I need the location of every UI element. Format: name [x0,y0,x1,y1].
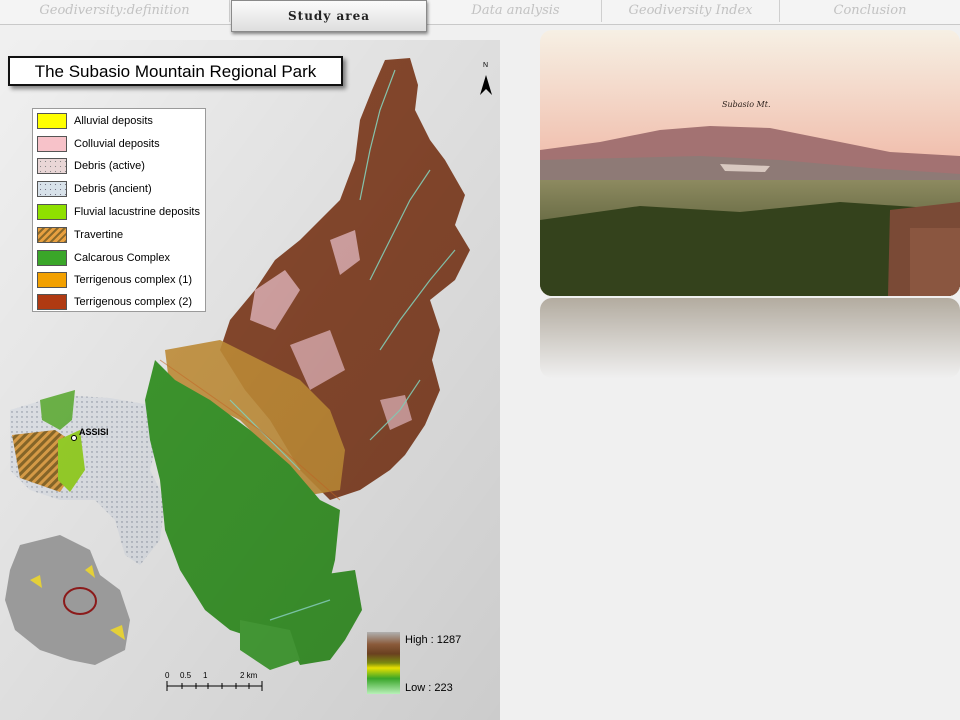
legend-item: Debris (active) [37,156,145,176]
tab-geodiversity-index[interactable]: Geodiversity Index [602,0,780,22]
legend-label: Colluvial deposits [74,138,160,150]
legend-item: Debris (ancient) [37,179,152,199]
legend-item: Terrigenous complex (2) [37,292,192,312]
scale-tick-0: 0 [165,671,170,680]
page-title: The Subasio Mountain Regional Park [8,56,343,86]
legend-label: Travertine [74,229,124,241]
elevation-high-label: High : 1287 [405,634,462,646]
town-label-assisi: ASSISI [79,427,109,437]
tab-study-area[interactable]: Study area [231,0,427,32]
legend-swatch [37,113,67,129]
legend-swatch [37,294,67,310]
photo-caption: Subasio Mt. [722,100,771,109]
legend-swatch [37,250,67,266]
legend-item: Fluvial lacustrine deposits [37,202,200,222]
legend-swatch [37,158,67,174]
elevation-color-ramp [367,632,400,694]
elevation-low-label: Low : 223 [405,682,453,694]
legend-label: Calcarous Complex [74,252,170,264]
legend-item: Calcarous Complex [37,248,170,268]
legend-item: Terrigenous complex (1) [37,270,192,290]
legend-item: Colluvial deposits [37,134,160,154]
legend-swatch [37,204,67,220]
legend-swatch [37,136,67,152]
photo-reflection [540,298,960,378]
north-label: N [483,62,489,69]
legend-label: Alluvial deposits [74,115,153,127]
legend-label: Terrigenous complex (1) [74,274,192,286]
legend-swatch [37,227,67,243]
subasio-photo [540,30,960,296]
legend-label: Debris (ancient) [74,183,152,195]
legend-label: Debris (active) [74,160,145,172]
tab-data-analysis[interactable]: Data analysis [430,0,602,22]
geology-legend: Alluvial deposits Colluvial deposits Deb… [32,108,206,312]
legend-swatch [37,181,67,197]
top-navigation: Geodiversity:definition Data analysis Ge… [0,0,960,25]
tab-conclusion[interactable]: Conclusion [780,0,960,22]
legend-label: Terrigenous complex (2) [74,296,192,308]
legend-item: Travertine [37,225,123,245]
scale-tick-05: 0.5 [180,671,192,680]
scale-tick-2km: 2 km [240,671,258,680]
legend-label: Fluvial lacustrine deposits [74,206,200,218]
legend-item: Alluvial deposits [37,111,153,131]
scale-tick-1: 1 [203,671,208,680]
legend-swatch [37,272,67,288]
tab-geodiversity-definition[interactable]: Geodiversity:definition [0,0,230,22]
